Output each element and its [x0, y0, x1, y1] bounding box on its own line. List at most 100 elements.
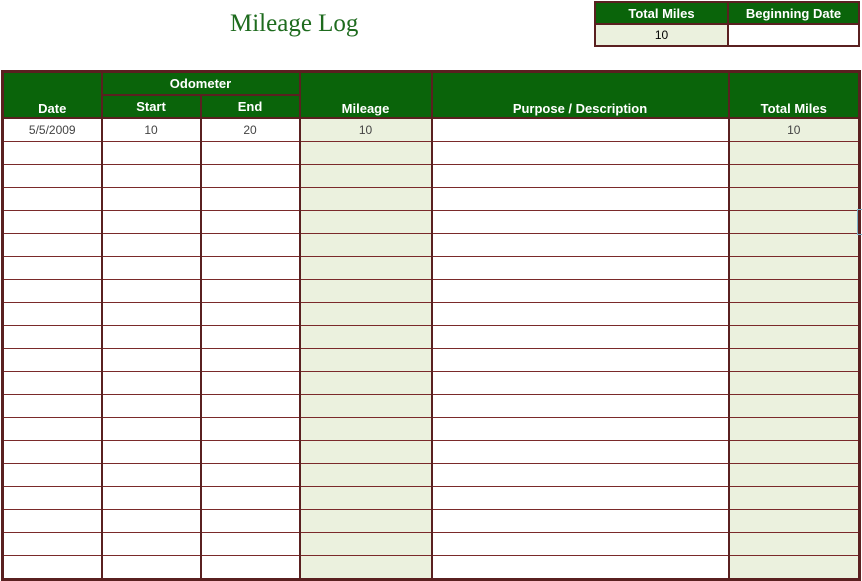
- cell-odometer-start[interactable]: [100, 463, 202, 487]
- cell-mileage[interactable]: [298, 210, 433, 234]
- cell-purpose[interactable]: [430, 233, 730, 257]
- cell-odometer-start[interactable]: [100, 325, 202, 349]
- cell-total-miles[interactable]: [727, 164, 861, 188]
- cell-mileage[interactable]: [298, 164, 433, 188]
- cell-odometer-end[interactable]: [199, 325, 301, 349]
- cell-odometer-end[interactable]: [199, 141, 301, 165]
- cell-total-miles[interactable]: [727, 187, 861, 211]
- cell-total-miles[interactable]: [727, 555, 861, 580]
- cell-purpose[interactable]: [430, 348, 730, 372]
- cell-mileage[interactable]: [298, 371, 433, 395]
- cell-date[interactable]: [1, 279, 103, 303]
- cell-purpose[interactable]: [430, 187, 730, 211]
- cell-date[interactable]: [1, 325, 103, 349]
- cell-total-miles[interactable]: [727, 463, 861, 487]
- cell-date[interactable]: [1, 440, 103, 464]
- cell-odometer-start[interactable]: [100, 141, 202, 165]
- cell-purpose[interactable]: [430, 417, 730, 441]
- cell-purpose[interactable]: [430, 302, 730, 326]
- cell-odometer-start[interactable]: [100, 371, 202, 395]
- cell-total-miles[interactable]: [727, 486, 861, 510]
- cell-date[interactable]: [1, 348, 103, 372]
- cell-purpose[interactable]: [430, 279, 730, 303]
- cell-total-miles[interactable]: [727, 348, 861, 372]
- cell-odometer-start[interactable]: [100, 486, 202, 510]
- cell-total-miles[interactable]: [727, 394, 861, 418]
- cell-date[interactable]: [1, 164, 103, 188]
- cell-total-miles[interactable]: 10: [727, 117, 861, 142]
- cell-odometer-end[interactable]: [199, 210, 301, 234]
- cell-date[interactable]: [1, 555, 103, 580]
- cell-purpose[interactable]: [430, 141, 730, 165]
- cell-mileage[interactable]: [298, 256, 433, 280]
- cell-odometer-start[interactable]: [100, 302, 202, 326]
- cell-odometer-start[interactable]: [100, 417, 202, 441]
- cell-date[interactable]: [1, 532, 103, 556]
- cell-mileage[interactable]: [298, 417, 433, 441]
- cell-mileage[interactable]: [298, 463, 433, 487]
- cell-purpose[interactable]: [430, 117, 730, 142]
- cell-odometer-start[interactable]: [100, 440, 202, 464]
- cell-mileage[interactable]: [298, 532, 433, 556]
- cell-odometer-start[interactable]: [100, 233, 202, 257]
- cell-mileage[interactable]: [298, 187, 433, 211]
- cell-purpose[interactable]: [430, 463, 730, 487]
- cell-mileage[interactable]: [298, 486, 433, 510]
- cell-date[interactable]: [1, 463, 103, 487]
- cell-total-miles[interactable]: [727, 141, 861, 165]
- cell-odometer-end[interactable]: 20: [199, 117, 301, 142]
- summary-beginning-date-value[interactable]: [727, 23, 860, 47]
- cell-odometer-end[interactable]: [199, 187, 301, 211]
- cell-odometer-start[interactable]: 10: [100, 117, 202, 142]
- cell-date[interactable]: [1, 417, 103, 441]
- cell-date[interactable]: [1, 210, 103, 234]
- cell-odometer-start[interactable]: [100, 555, 202, 580]
- cell-purpose[interactable]: [430, 371, 730, 395]
- cell-odometer-end[interactable]: [199, 532, 301, 556]
- cell-odometer-end[interactable]: [199, 348, 301, 372]
- cell-odometer-start[interactable]: [100, 164, 202, 188]
- cell-total-miles[interactable]: [727, 210, 861, 234]
- cell-date[interactable]: [1, 302, 103, 326]
- cell-odometer-end[interactable]: [199, 555, 301, 580]
- cell-date[interactable]: [1, 256, 103, 280]
- cell-total-miles[interactable]: [727, 440, 861, 464]
- cell-odometer-start[interactable]: [100, 509, 202, 533]
- cell-odometer-start[interactable]: [100, 394, 202, 418]
- cell-purpose[interactable]: [430, 325, 730, 349]
- cell-odometer-end[interactable]: [199, 440, 301, 464]
- cell-date[interactable]: [1, 509, 103, 533]
- cell-odometer-start[interactable]: [100, 210, 202, 234]
- cell-total-miles[interactable]: [727, 279, 861, 303]
- cell-date[interactable]: 5/5/2009: [1, 117, 103, 142]
- cell-odometer-end[interactable]: [199, 164, 301, 188]
- cell-mileage[interactable]: [298, 302, 433, 326]
- cell-purpose[interactable]: [430, 394, 730, 418]
- cell-odometer-end[interactable]: [199, 302, 301, 326]
- cell-total-miles[interactable]: [727, 532, 861, 556]
- cell-mileage[interactable]: [298, 440, 433, 464]
- cell-odometer-end[interactable]: [199, 279, 301, 303]
- cell-purpose[interactable]: [430, 440, 730, 464]
- cell-odometer-start[interactable]: [100, 187, 202, 211]
- cell-odometer-end[interactable]: [199, 486, 301, 510]
- cell-mileage[interactable]: [298, 555, 433, 580]
- cell-total-miles[interactable]: [727, 325, 861, 349]
- cell-date[interactable]: [1, 187, 103, 211]
- cell-mileage[interactable]: [298, 325, 433, 349]
- cell-purpose[interactable]: [430, 256, 730, 280]
- cell-mileage[interactable]: [298, 141, 433, 165]
- cell-purpose[interactable]: [430, 164, 730, 188]
- cell-odometer-start[interactable]: [100, 256, 202, 280]
- cell-purpose[interactable]: [430, 486, 730, 510]
- cell-mileage[interactable]: [298, 348, 433, 372]
- cell-mileage[interactable]: [298, 279, 433, 303]
- cell-total-miles[interactable]: [727, 233, 861, 257]
- cell-date[interactable]: [1, 233, 103, 257]
- cell-mileage[interactable]: 10: [298, 117, 433, 142]
- cell-purpose[interactable]: [430, 509, 730, 533]
- cell-odometer-end[interactable]: [199, 256, 301, 280]
- cell-odometer-end[interactable]: [199, 233, 301, 257]
- summary-total-miles-value[interactable]: 10: [594, 23, 729, 47]
- cell-odometer-end[interactable]: [199, 371, 301, 395]
